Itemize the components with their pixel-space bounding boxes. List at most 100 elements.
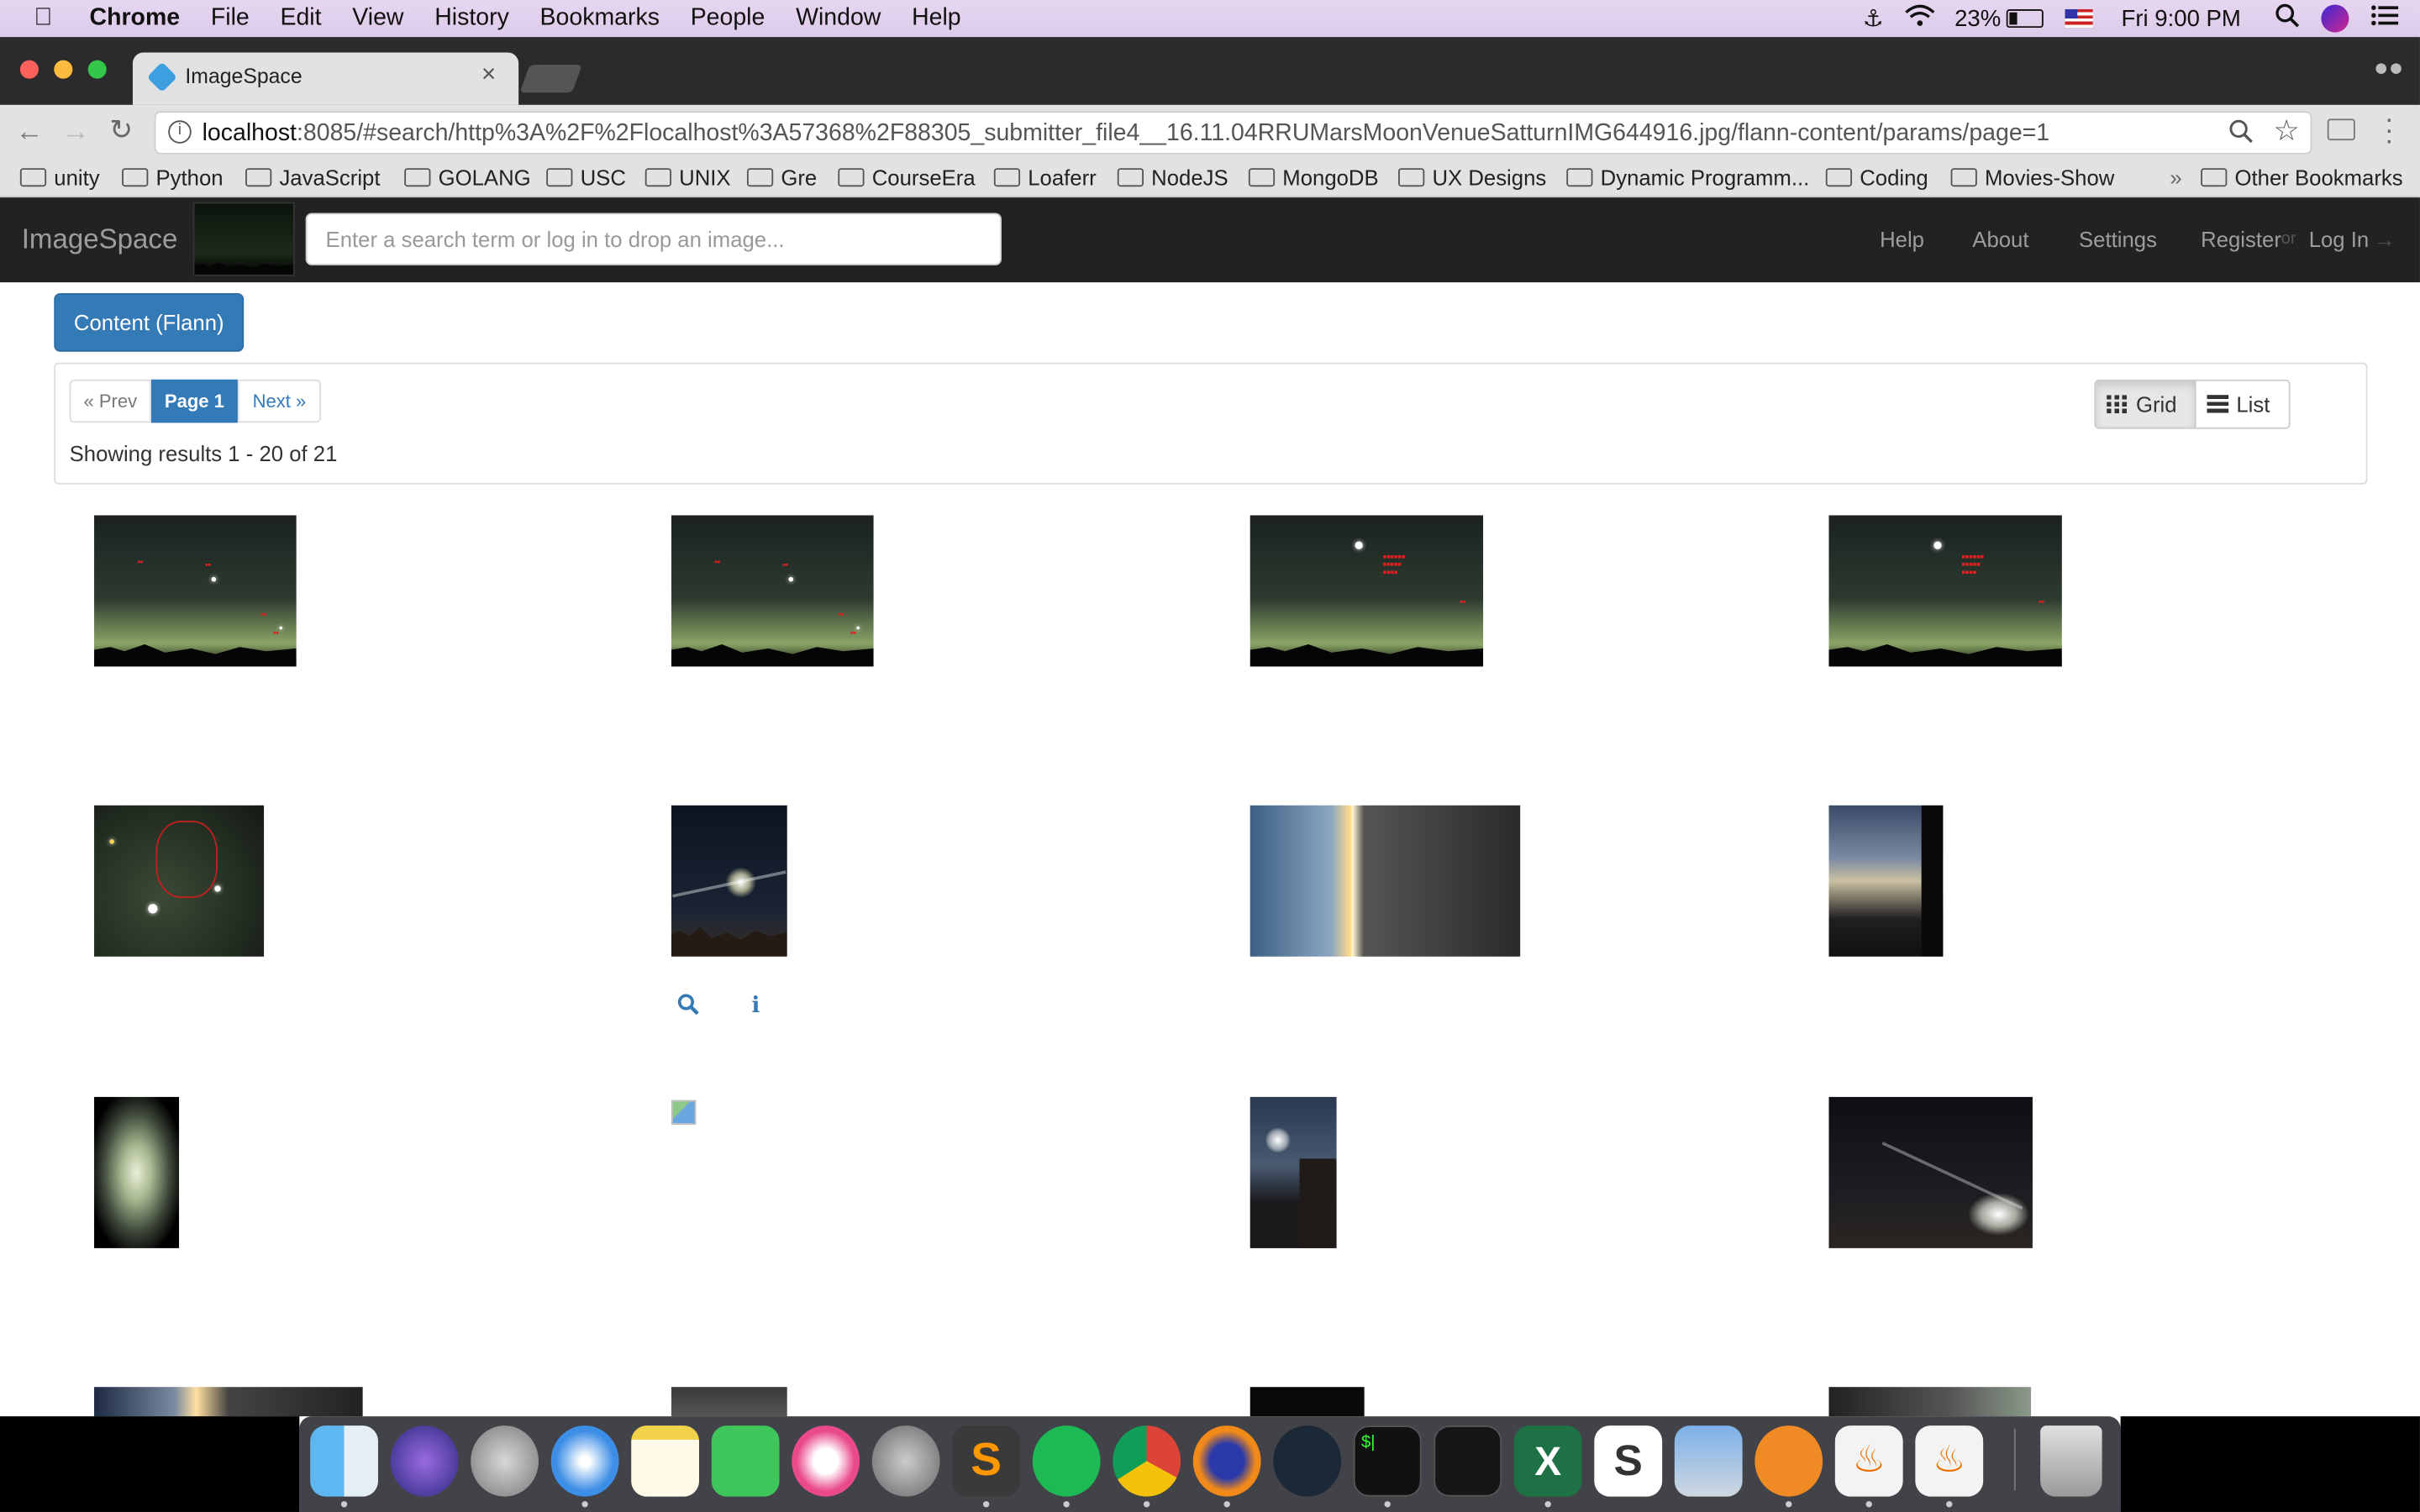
result-thumbnail[interactable] bbox=[671, 805, 787, 957]
system-preferences-icon[interactable] bbox=[871, 1425, 940, 1497]
notes-icon[interactable] bbox=[631, 1425, 700, 1497]
bookmark-courseera[interactable]: CourseEra bbox=[838, 165, 976, 190]
bookmark-usc[interactable]: USC bbox=[546, 165, 626, 190]
search-input[interactable]: Enter a search term or log in to drop an… bbox=[305, 213, 1002, 265]
info-icon[interactable]: i bbox=[751, 994, 760, 1018]
bookmark-movies-show[interactable]: Movies-Show bbox=[1950, 165, 2114, 190]
result-thumbnail[interactable] bbox=[94, 1387, 363, 1417]
spotlight-search-icon[interactable] bbox=[2275, 3, 2300, 34]
menu-clock[interactable]: Fri 9:00 PM bbox=[2121, 5, 2240, 31]
nav-settings[interactable]: Settings bbox=[2079, 227, 2157, 251]
result-thumbnail[interactable] bbox=[1249, 805, 1521, 957]
firefox-icon[interactable] bbox=[1192, 1425, 1261, 1497]
facetime-icon[interactable] bbox=[711, 1425, 780, 1497]
window-zoom-button[interactable] bbox=[87, 60, 107, 79]
current-page-button[interactable]: Page 1 bbox=[150, 379, 238, 423]
nav-about[interactable]: About bbox=[1972, 227, 2028, 251]
bookmark-ux-designs[interactable]: UX Designs bbox=[1398, 165, 1546, 190]
java-icon[interactable]: ♨ bbox=[1834, 1425, 1903, 1497]
terminal-icon[interactable]: $| bbox=[1353, 1425, 1422, 1497]
bookmarks-overflow-button[interactable]: » bbox=[2170, 165, 2181, 190]
nav-register[interactable]: Register bbox=[2201, 227, 2281, 251]
java-icon[interactable]: ♨ bbox=[1915, 1425, 1984, 1497]
notification-center-icon[interactable] bbox=[2370, 5, 2399, 33]
bookmark-nodejs[interactable]: NodeJS bbox=[1117, 165, 1228, 190]
trash-icon[interactable] bbox=[2040, 1425, 2102, 1497]
result-thumbnail[interactable] bbox=[94, 805, 265, 957]
address-bar[interactable]: i localhost:8085/#search/http%3A%2F%2Flo… bbox=[154, 111, 2312, 155]
result-thumbnail[interactable] bbox=[94, 1096, 180, 1248]
menu-edit[interactable]: Edit bbox=[280, 5, 321, 33]
login-icon[interactable]: → bbox=[2374, 227, 2396, 251]
query-image-thumbnail[interactable] bbox=[192, 202, 295, 276]
reload-button[interactable]: ↻ bbox=[109, 114, 133, 147]
search-similar-icon[interactable] bbox=[677, 994, 699, 1020]
bookmark-dynamic-programming[interactable]: Dynamic Programm... bbox=[1566, 165, 1809, 190]
bookmark-gre[interactable]: Gre bbox=[746, 165, 817, 190]
result-thumbnail[interactable] bbox=[1249, 1096, 1337, 1248]
browser-tab-active[interactable]: ImageSpace × bbox=[132, 52, 519, 105]
preview-icon[interactable] bbox=[1674, 1425, 1743, 1497]
new-tab-button[interactable] bbox=[519, 65, 582, 93]
back-button[interactable]: ← bbox=[15, 116, 43, 149]
chrome-dock-icon[interactable] bbox=[1113, 1425, 1181, 1497]
result-thumbnail[interactable]: ■■■■■■ ■■■■■ ■■■■ ■■ bbox=[1828, 515, 2062, 667]
battery-icon[interactable] bbox=[2007, 9, 2044, 29]
menu-window[interactable]: Window bbox=[796, 5, 881, 33]
list-view-button[interactable]: List bbox=[2194, 379, 2291, 429]
menu-people[interactable]: People bbox=[691, 5, 765, 33]
wifi-icon[interactable] bbox=[1905, 4, 1936, 33]
result-thumbnail[interactable] bbox=[1828, 1096, 2033, 1248]
nav-login[interactable]: Log In bbox=[2309, 227, 2370, 251]
grid-view-button[interactable]: Grid bbox=[2094, 379, 2196, 429]
forward-button[interactable]: → bbox=[61, 116, 89, 149]
prev-page-button[interactable]: « Prev bbox=[69, 379, 151, 423]
safari-icon[interactable] bbox=[550, 1425, 619, 1497]
result-thumbnail[interactable] bbox=[1828, 1387, 2032, 1417]
activity-monitor-icon[interactable] bbox=[1434, 1425, 1502, 1497]
nav-help[interactable]: Help bbox=[1880, 227, 1924, 251]
menu-file[interactable]: File bbox=[211, 5, 250, 33]
cast-icon[interactable] bbox=[2327, 118, 2355, 141]
zoom-icon[interactable] bbox=[2228, 118, 2253, 151]
sketch-icon[interactable] bbox=[1754, 1425, 1823, 1497]
bookmark-python[interactable]: Python bbox=[122, 165, 224, 190]
result-thumbnail[interactable]: ■■ ■■ ■■ ■■ bbox=[671, 515, 874, 667]
us-flag-icon[interactable] bbox=[2065, 9, 2094, 29]
result-thumbnail[interactable]: ■■■■■■ ■■■■■ ■■■■ ■■ bbox=[1249, 515, 1484, 667]
window-close-button[interactable] bbox=[19, 60, 39, 79]
window-minimize-button[interactable] bbox=[54, 60, 73, 79]
apple-icon[interactable]:  bbox=[34, 5, 58, 30]
spotify-icon[interactable] bbox=[1032, 1425, 1101, 1497]
result-thumbnail[interactable]: ■■ ■■ ■■ ■■ bbox=[94, 515, 297, 667]
bookmark-unity[interactable]: unity bbox=[19, 165, 100, 190]
excel-icon[interactable]: X bbox=[1513, 1425, 1582, 1497]
content-flann-button[interactable]: Content (Flann) bbox=[54, 292, 245, 352]
bookmark-mongodb[interactable]: MongoDB bbox=[1248, 165, 1379, 190]
bookmark-other-bookmarks[interactable]: Other Bookmarks bbox=[2201, 165, 2403, 190]
tab-close-icon[interactable]: × bbox=[481, 61, 496, 89]
result-thumbnail[interactable] bbox=[671, 1387, 787, 1417]
menu-view[interactable]: View bbox=[352, 5, 403, 33]
broken-image-icon[interactable] bbox=[671, 1100, 697, 1125]
app-brand[interactable]: ImageSpace bbox=[22, 223, 178, 256]
menu-bookmarks[interactable]: Bookmarks bbox=[540, 5, 660, 33]
bookmark-unix[interactable]: UNIX bbox=[644, 165, 731, 190]
bookmark-star-icon[interactable]: ☆ bbox=[2273, 114, 2299, 150]
bookmark-javascript[interactable]: JavaScript bbox=[245, 165, 380, 190]
chrome-menu-icon[interactable]: · · · bbox=[2385, 105, 2394, 155]
next-page-button[interactable]: Next » bbox=[237, 379, 322, 423]
siri-icon[interactable] bbox=[2321, 4, 2349, 33]
result-thumbnail[interactable] bbox=[1249, 1387, 1365, 1417]
bookmark-coding[interactable]: Coding bbox=[1825, 165, 1928, 190]
finder-icon[interactable] bbox=[310, 1425, 378, 1497]
menu-app-name[interactable]: Chrome bbox=[90, 5, 181, 33]
itunes-icon[interactable] bbox=[792, 1425, 860, 1497]
siri-dock-icon[interactable] bbox=[390, 1425, 459, 1497]
sublime-text-icon[interactable]: S bbox=[952, 1425, 1021, 1497]
steam-icon[interactable] bbox=[1273, 1425, 1342, 1497]
docker-icon[interactable]: ⚓ bbox=[1863, 5, 1884, 32]
menu-history[interactable]: History bbox=[434, 5, 509, 33]
menu-help[interactable]: Help bbox=[912, 5, 961, 33]
site-info-icon[interactable]: i bbox=[168, 120, 192, 144]
